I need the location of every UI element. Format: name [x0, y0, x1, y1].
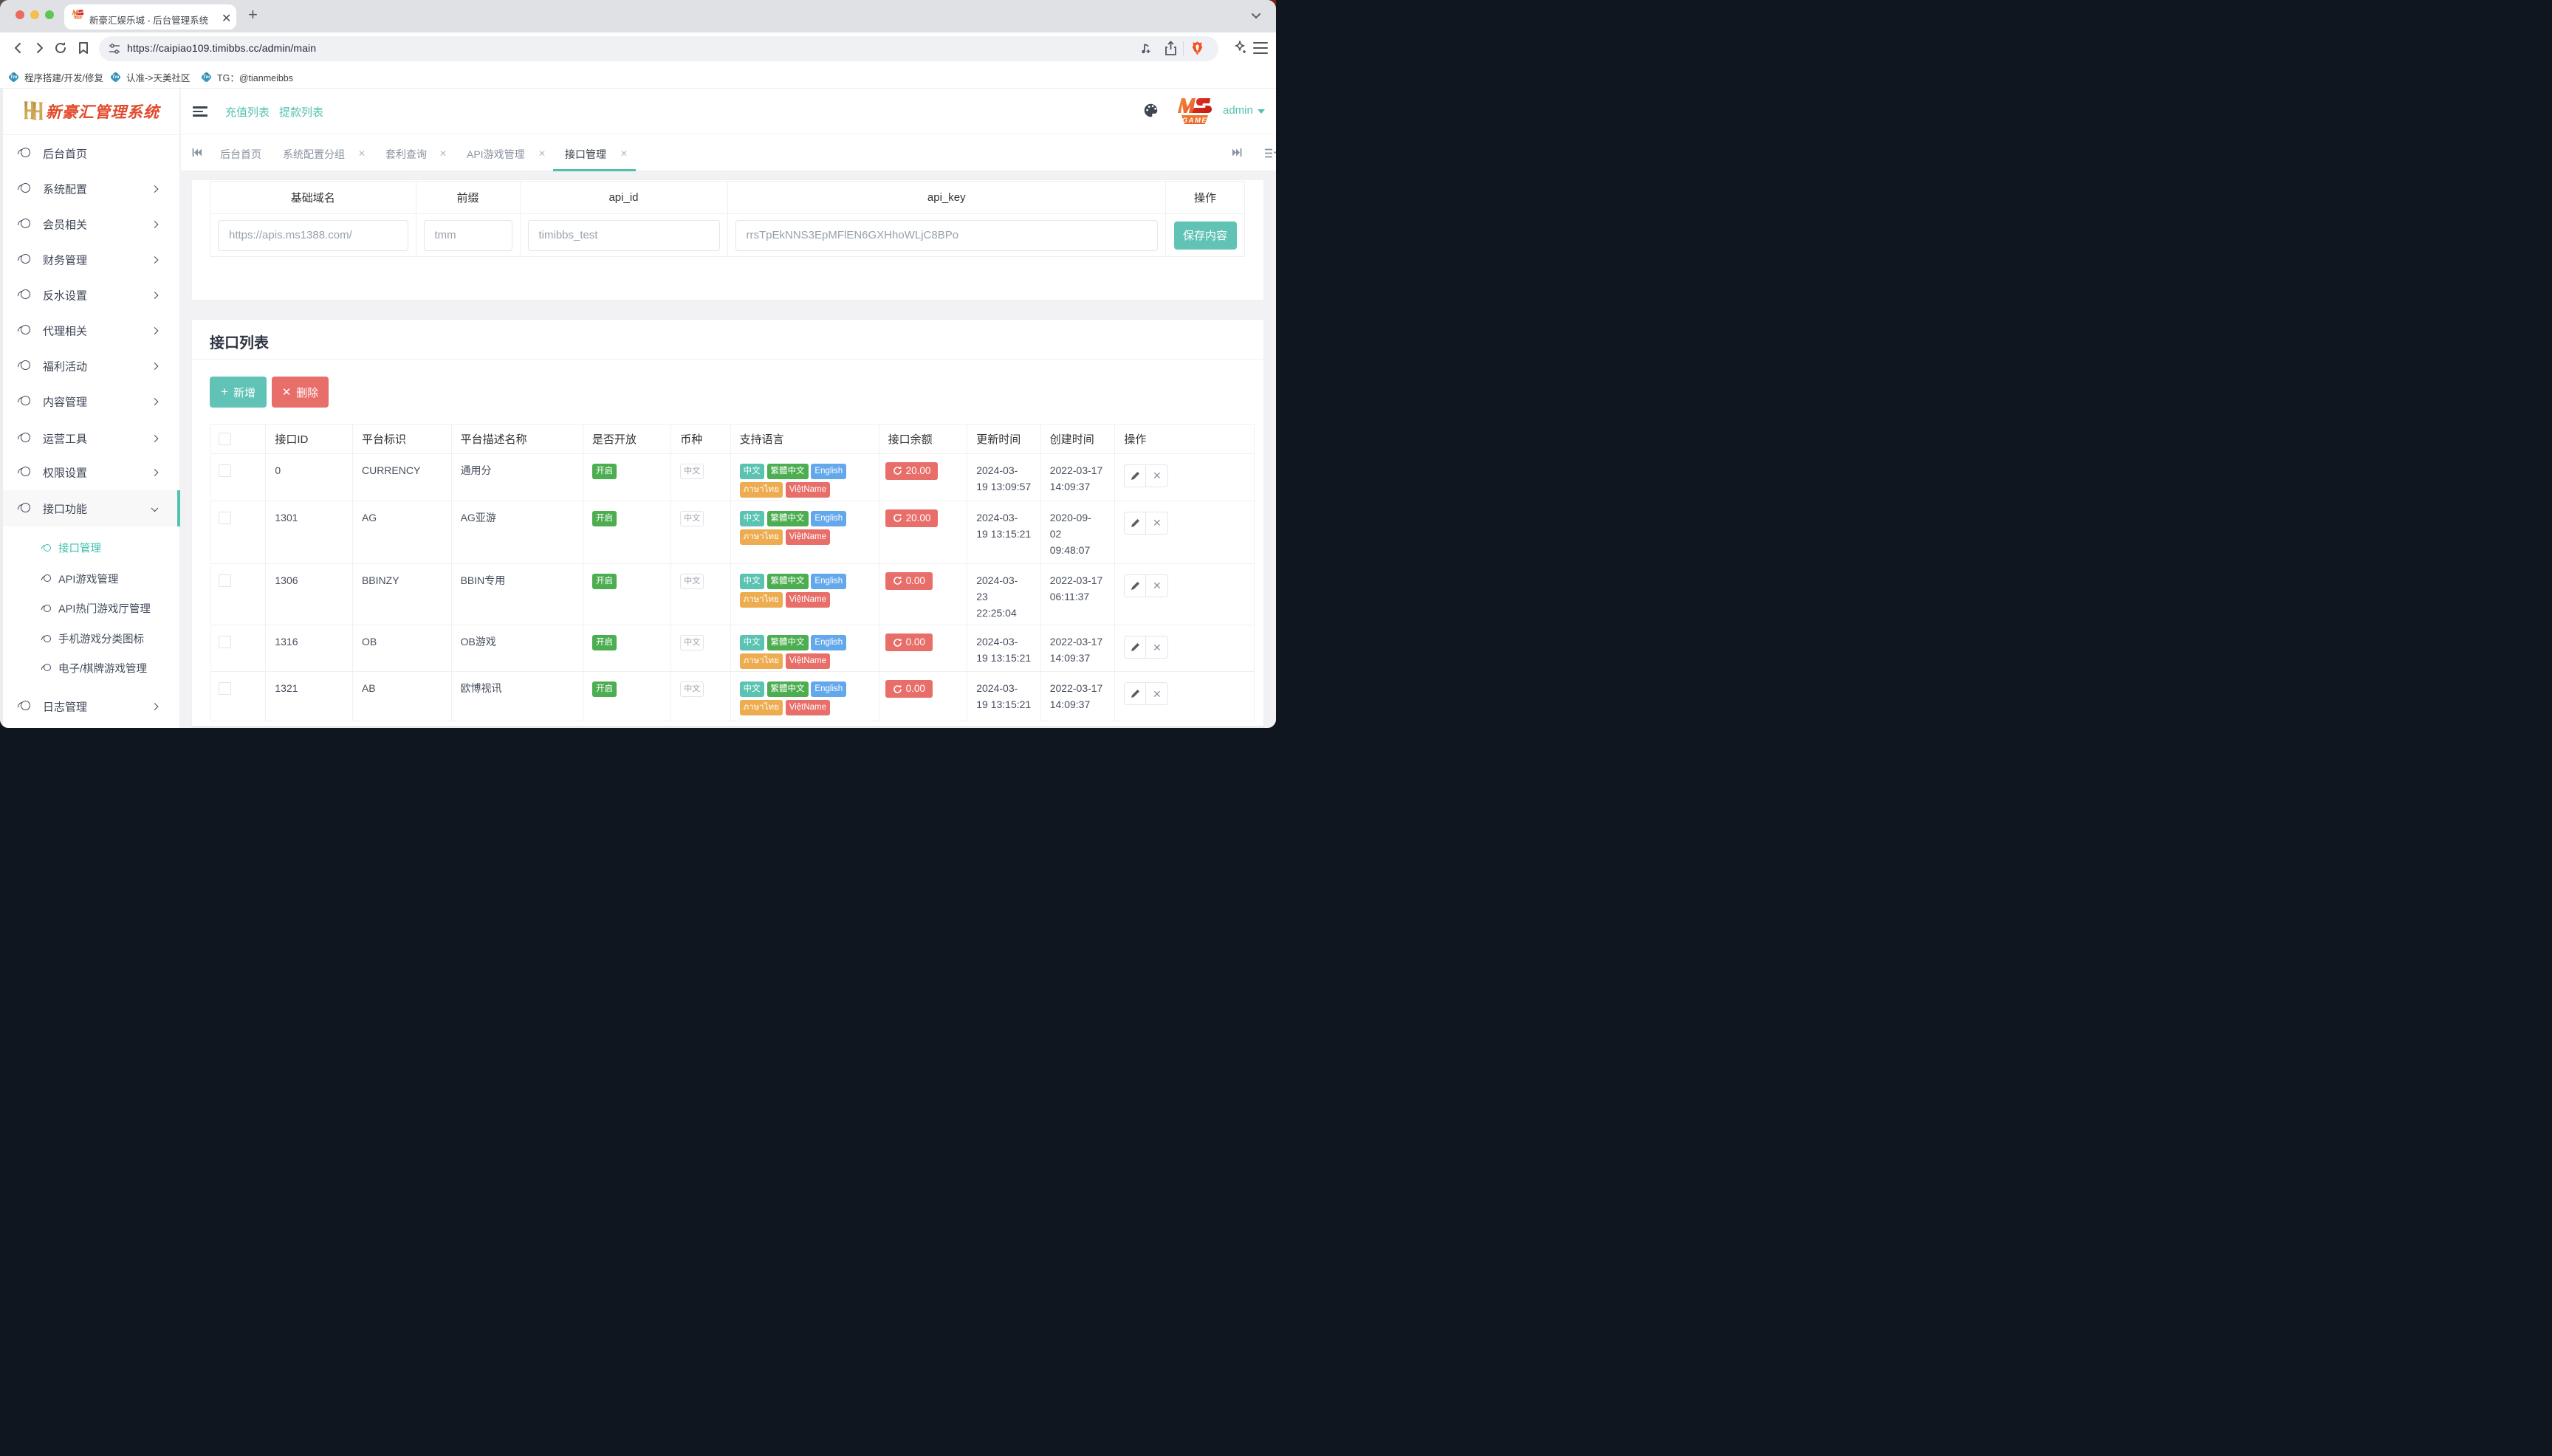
svg-text:GAME: GAME	[74, 16, 83, 19]
svg-text:GAME: GAME	[1182, 117, 1208, 125]
